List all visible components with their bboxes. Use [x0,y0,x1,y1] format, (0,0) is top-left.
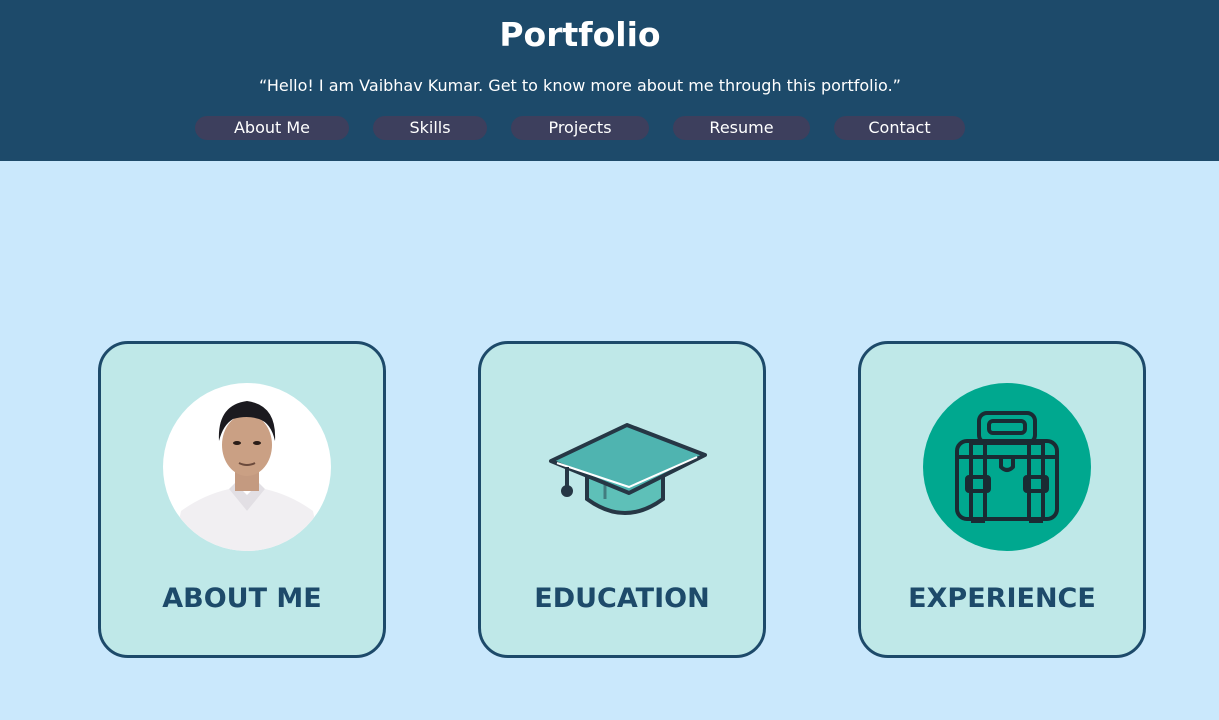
card-label: EXPERIENCE [908,583,1096,614]
education-card[interactable]: EDUCATION [478,341,766,658]
nav-contact-button[interactable]: Contact [834,116,965,140]
site-header: Portfolio “Hello! I am Vaibhav Kumar. Ge… [0,0,1219,161]
nav-resume-button[interactable]: Resume [673,116,810,140]
briefcase-icon [923,383,1091,551]
nav-skills-button[interactable]: Skills [373,116,487,140]
graduation-cap-icon [549,423,707,515]
tagline: “Hello! I am Vaibhav Kumar. Get to know … [259,76,901,95]
nav-projects-button[interactable]: Projects [511,116,649,140]
profile-photo [163,383,331,551]
card-label: ABOUT ME [162,583,322,614]
page-title: Portfolio [499,15,661,54]
about-me-card[interactable]: ABOUT ME [98,341,386,658]
nav-about-me-button[interactable]: About Me [195,116,349,140]
card-label: EDUCATION [534,583,710,614]
experience-card[interactable]: EXPERIENCE [858,341,1146,658]
